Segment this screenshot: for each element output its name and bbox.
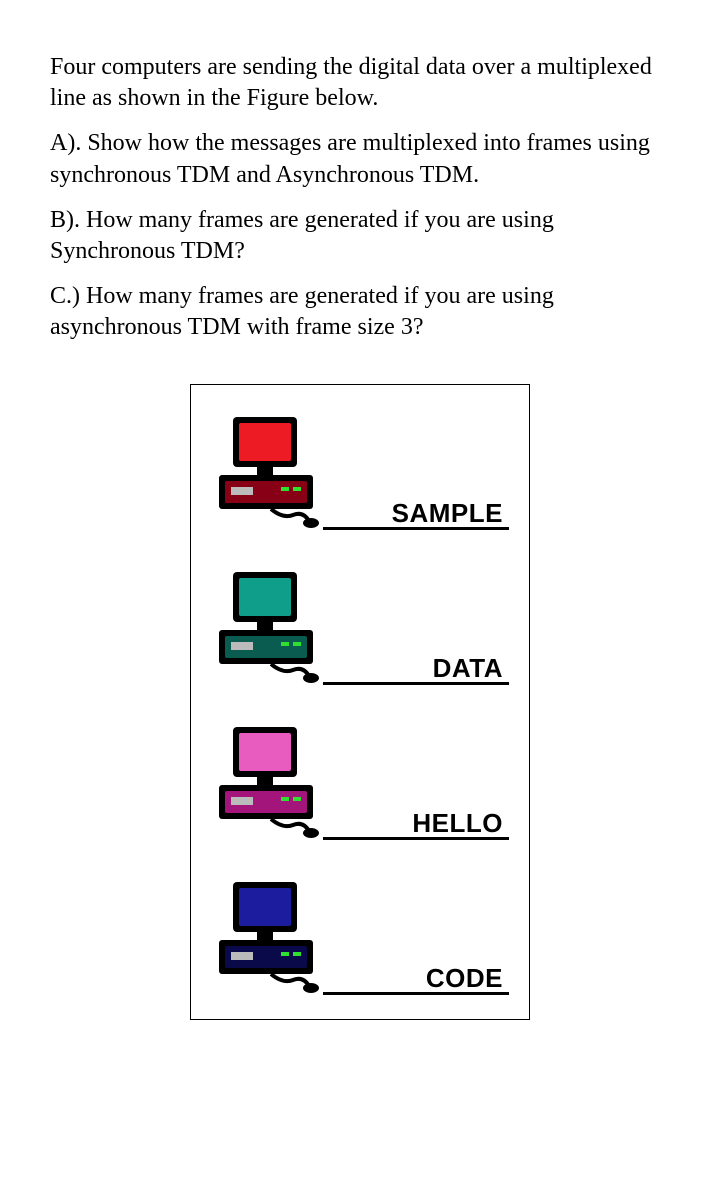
figure-container: SAMPLE DATA [190, 384, 530, 1020]
computer-3-icon [211, 725, 321, 840]
line-3: HELLO [323, 808, 509, 840]
line-2: DATA [323, 653, 509, 685]
computer-2-icon [211, 570, 321, 685]
line-4: CODE [323, 963, 509, 995]
label-1: SAMPLE [392, 498, 509, 528]
intro-paragraph: Four computers are sending the digital d… [50, 52, 670, 114]
label-4: CODE [426, 963, 509, 993]
computer-row-4: CODE [211, 880, 509, 995]
question-a: A). Show how the messages are multiplexe… [50, 128, 670, 190]
computer-row-2: DATA [211, 570, 509, 685]
label-3: HELLO [412, 808, 509, 838]
line-1: SAMPLE [323, 498, 509, 530]
computer-row-3: HELLO [211, 725, 509, 840]
computer-row-1: SAMPLE [211, 415, 509, 530]
computer-1-icon [211, 415, 321, 530]
label-2: DATA [433, 653, 509, 683]
computer-4-icon [211, 880, 321, 995]
question-b: B). How many frames are generated if you… [50, 205, 670, 267]
question-c: C.) How many frames are generated if you… [50, 281, 670, 343]
